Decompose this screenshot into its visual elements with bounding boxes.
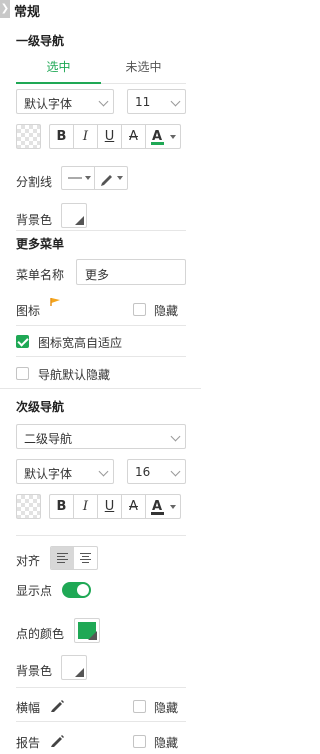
pencil-icon[interactable] <box>50 733 65 748</box>
dot-color-label: 点的颜色 <box>16 627 65 641</box>
secondary-background-color-picker[interactable] <box>61 655 87 680</box>
underline-button[interactable]: U <box>98 495 122 518</box>
primary-font-family-value: 默认字体 <box>24 97 73 111</box>
banner-hide-checkbox[interactable] <box>133 700 146 713</box>
primary-transparent-swatch[interactable] <box>16 124 41 149</box>
divider <box>0 388 201 389</box>
icon-hide-checkbox[interactable] <box>133 303 146 316</box>
collapse-icon[interactable]: ❯ <box>0 0 10 18</box>
line-style-icon <box>68 176 91 180</box>
chevron-down-icon <box>170 96 181 107</box>
divider <box>16 721 186 722</box>
underline-button[interactable]: U <box>98 125 122 148</box>
icon-adaptive-label: 图标宽高自适应 <box>38 336 123 350</box>
divider <box>16 356 186 357</box>
secondary-nav-title: 次级导航 <box>16 400 65 414</box>
banner-label: 横幅 <box>16 701 41 715</box>
strikethrough-button[interactable]: A <box>122 125 146 148</box>
secondary-font-family-value: 默认字体 <box>24 467 73 481</box>
chevron-down-icon <box>98 96 109 107</box>
font-color-indicator <box>151 512 164 515</box>
dot-color-picker[interactable] <box>74 618 100 643</box>
chevron-down-icon <box>170 431 181 442</box>
pencil-icon[interactable] <box>50 698 65 713</box>
secondary-background-label: 背景色 <box>16 664 53 678</box>
icon-adaptive-checkbox[interactable] <box>16 335 29 348</box>
divider <box>16 535 186 536</box>
caret-down-icon <box>170 505 176 509</box>
italic-button[interactable]: I <box>74 125 98 148</box>
primary-font-size-select[interactable]: 11 <box>127 89 186 114</box>
primary-nav-title: 一级导航 <box>16 34 65 48</box>
primary-background-color-picker[interactable] <box>61 203 87 228</box>
selected-state-tabs: 选中 未选中 <box>16 58 186 84</box>
color-dropdown-corner <box>75 668 84 677</box>
divider <box>16 687 186 688</box>
nav-default-hide-checkbox[interactable] <box>16 367 29 380</box>
section-header[interactable]: ❯ 常规 <box>0 0 201 22</box>
primary-font-size-value: 11 <box>135 95 151 109</box>
chevron-down-icon <box>170 466 181 477</box>
icon-hide-label: 隐藏 <box>154 304 179 318</box>
divider-label: 分割线 <box>16 175 53 189</box>
more-menu-title: 更多菜单 <box>16 237 65 251</box>
font-color-indicator <box>151 142 164 145</box>
primary-font-family-select[interactable]: 默认字体 <box>16 89 114 114</box>
secondary-nav-select[interactable]: 二级导航 <box>16 424 186 449</box>
icon-label: 图标 <box>16 304 41 318</box>
menu-name-label: 菜单名称 <box>16 268 65 282</box>
secondary-font-family-select[interactable]: 默认字体 <box>16 459 114 484</box>
secondary-font-size-value: 16 <box>135 465 151 479</box>
secondary-font-size-select[interactable]: 16 <box>127 459 186 484</box>
bold-button[interactable]: B <box>50 495 74 518</box>
bold-button[interactable]: B <box>50 125 74 148</box>
italic-button[interactable]: I <box>74 495 98 518</box>
report-hide-checkbox[interactable] <box>133 735 146 748</box>
banner-hide-label: 隐藏 <box>154 701 179 715</box>
align-label: 对齐 <box>16 554 41 568</box>
line-color-select[interactable] <box>94 167 126 189</box>
report-label: 报告 <box>16 736 41 750</box>
secondary-nav-select-value: 二级导航 <box>24 432 73 446</box>
report-hide-label: 隐藏 <box>154 736 179 750</box>
line-style-select[interactable] <box>62 167 94 189</box>
primary-background-label: 背景色 <box>16 213 53 227</box>
align-left-icon[interactable] <box>51 547 74 569</box>
flag-icon[interactable] <box>50 297 62 307</box>
divider <box>16 325 186 326</box>
primary-format-toolbar: B I U A A <box>49 124 181 149</box>
show-dot-toggle[interactable] <box>62 582 91 598</box>
align-center-icon[interactable] <box>74 547 97 569</box>
tab-selected[interactable]: 选中 <box>16 58 101 84</box>
secondary-format-toolbar: B I U A A <box>49 494 181 519</box>
show-dot-label: 显示点 <box>16 584 53 598</box>
chevron-down-icon <box>98 466 109 477</box>
menu-name-input[interactable]: 更多 <box>76 259 186 285</box>
nav-default-hide-label: 导航默认隐藏 <box>38 368 111 382</box>
strikethrough-button[interactable]: A <box>122 495 146 518</box>
color-dropdown-corner <box>75 216 84 225</box>
pen-icon <box>101 175 123 186</box>
secondary-transparent-swatch[interactable] <box>16 494 41 519</box>
menu-name-value: 更多 <box>85 268 110 282</box>
section-title: 常规 <box>14 5 41 20</box>
color-dropdown-corner <box>88 631 97 640</box>
divider <box>16 230 186 231</box>
caret-down-icon <box>170 135 176 139</box>
tab-unselected[interactable]: 未选中 <box>101 58 186 84</box>
divider-style-picker[interactable] <box>61 166 128 190</box>
font-color-button[interactable]: A <box>146 495 180 518</box>
font-color-button[interactable]: A <box>146 125 180 148</box>
align-toggle-group <box>50 546 98 570</box>
